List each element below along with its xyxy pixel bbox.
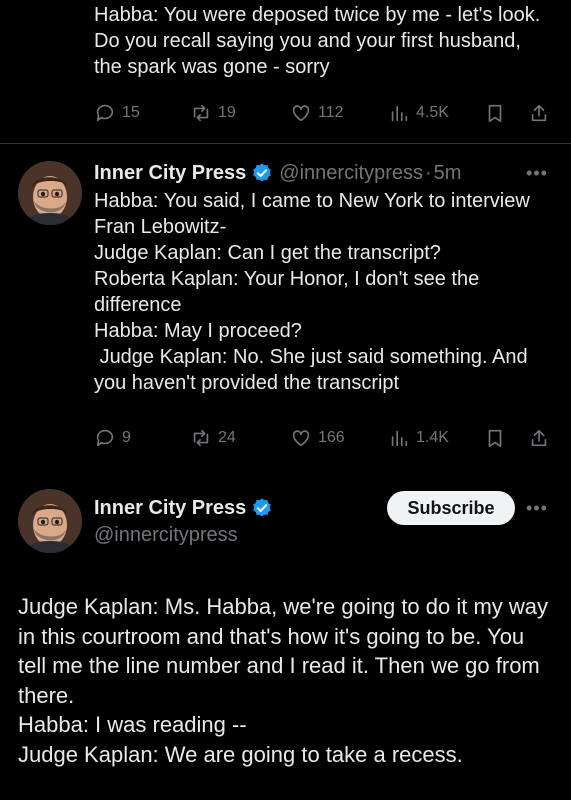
repost-icon	[193, 104, 209, 122]
reply-button[interactable]: 15	[94, 100, 140, 126]
like-count: 166	[318, 429, 345, 446]
tweet-header: Inner City Press @innercitypress · 5m	[94, 159, 461, 187]
author-handle[interactable]: @innercitypress	[94, 524, 238, 547]
main-tweet-header: Inner City Press	[94, 494, 273, 522]
author-name[interactable]: Inner City Press	[94, 162, 246, 185]
author-name[interactable]: Inner City Press	[94, 497, 246, 520]
views-count: 1.4K	[416, 429, 449, 446]
bookmark-icon	[488, 104, 502, 123]
avatar[interactable]	[18, 161, 82, 225]
tweet2-actions: 9 24 166 1.4K	[94, 425, 554, 451]
more-icon[interactable]: •••	[525, 496, 549, 520]
repost-button[interactable]: 24	[190, 425, 236, 451]
like-icon	[292, 430, 310, 447]
tweet-text: Habba: You said, I came to New York to i…	[94, 190, 530, 394]
timestamp[interactable]: 5m	[434, 162, 462, 185]
divider	[0, 143, 571, 144]
like-icon	[292, 105, 310, 122]
views-icon	[391, 430, 408, 447]
like-button[interactable]: 166	[290, 425, 345, 451]
repost-button[interactable]: 19	[190, 100, 236, 126]
like-button[interactable]: 112	[290, 100, 344, 126]
repost-icon	[193, 429, 209, 447]
views-icon	[391, 105, 408, 122]
avatar-image	[18, 489, 82, 553]
subscribe-button[interactable]: Subscribe	[387, 491, 515, 525]
reply-count: 15	[122, 104, 140, 121]
share-icon	[531, 429, 547, 447]
bookmark-button[interactable]	[484, 100, 506, 126]
tweet-text: Habba: You were deposed twice by me - le…	[94, 4, 546, 78]
repost-count: 19	[218, 104, 236, 121]
like-count: 112	[318, 104, 344, 121]
reply-icon	[96, 429, 114, 447]
views-button[interactable]: 1.4K	[388, 425, 449, 451]
avatar-image	[18, 161, 82, 225]
verified-badge-icon	[253, 163, 272, 182]
top-tweet-actions: 15 19 112 4.5K	[94, 100, 554, 126]
share-button[interactable]	[528, 425, 550, 451]
views-button[interactable]: 4.5K	[388, 100, 449, 126]
main-tweet-text: Judge Kaplan: Ms. Habba, we're going to …	[18, 594, 549, 767]
bookmark-button[interactable]	[484, 425, 506, 451]
reply-icon	[96, 104, 114, 122]
views-count: 4.5K	[416, 104, 449, 121]
avatar[interactable]	[18, 489, 82, 553]
reply-count: 9	[122, 429, 131, 446]
top-tweet: Habba: You were deposed twice by me - le…	[94, 2, 554, 80]
main-tweet-handle-line: @innercitypress	[94, 521, 238, 549]
share-button[interactable]	[528, 100, 550, 126]
more-icon[interactable]: •••	[525, 161, 549, 185]
bookmark-icon	[488, 429, 502, 448]
separator: ·	[424, 161, 432, 184]
reply-button[interactable]: 9	[94, 425, 131, 451]
share-icon	[531, 104, 547, 122]
verified-badge-icon	[253, 498, 272, 517]
repost-count: 24	[218, 429, 236, 446]
author-handle[interactable]: @innercitypress	[279, 162, 423, 185]
